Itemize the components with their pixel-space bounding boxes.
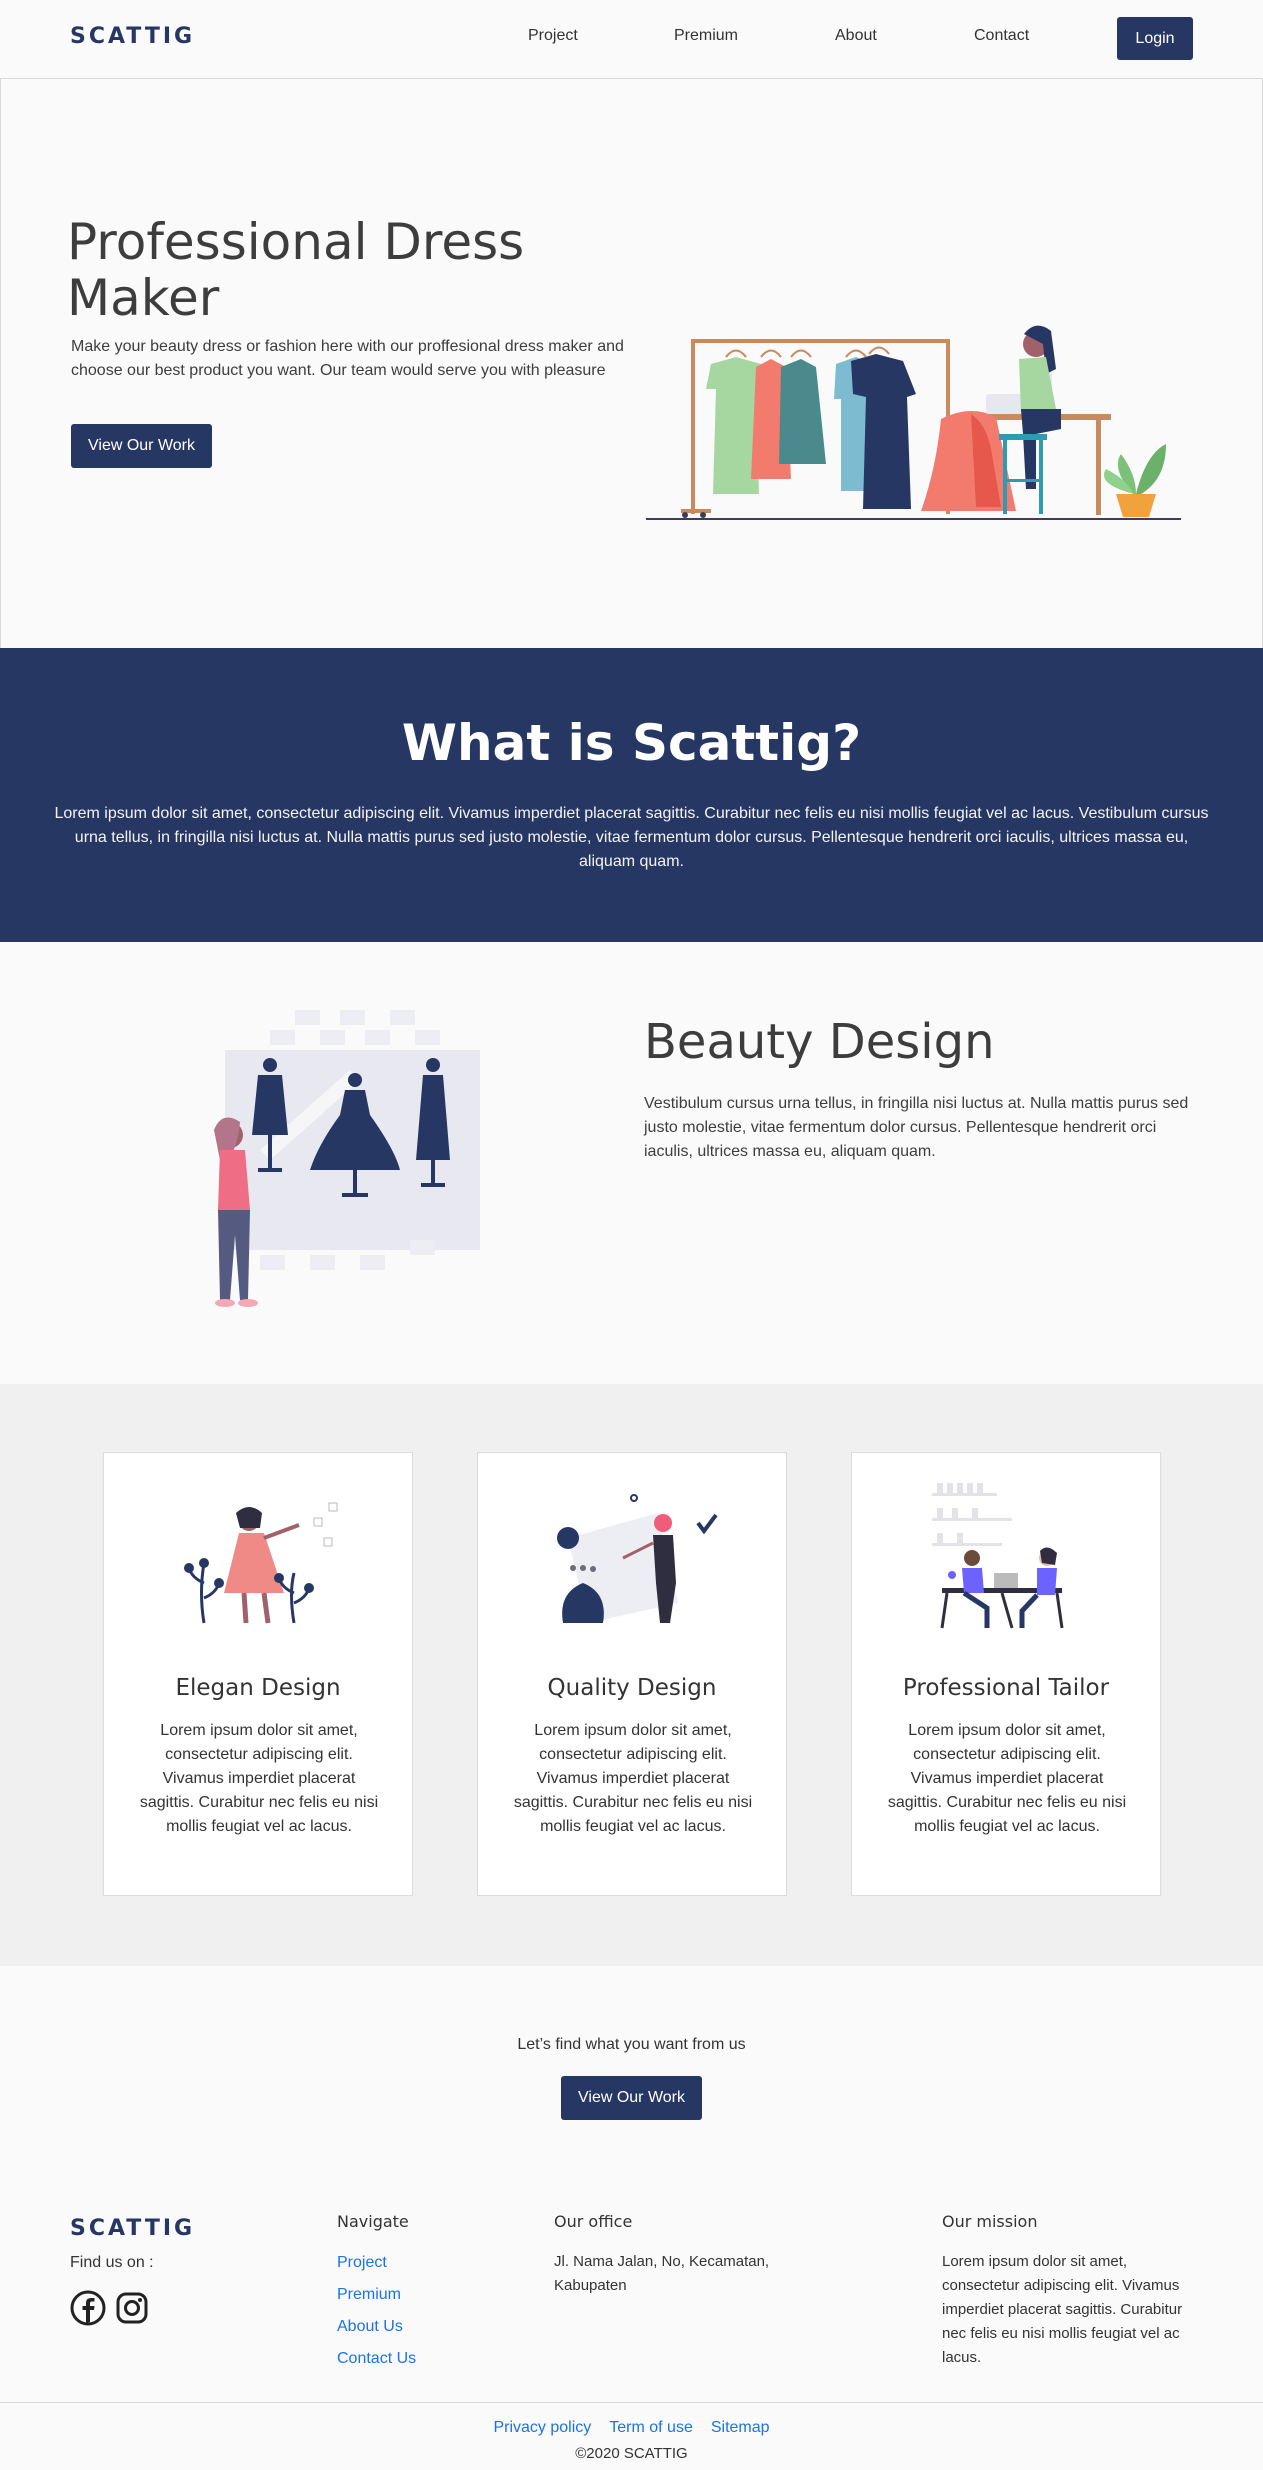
login-button[interactable]: Login [1117, 17, 1193, 60]
hero-description: Make your beauty dress or fashion here w… [71, 338, 624, 379]
what-is-section: What is Scattig? Lorem ipsum dolor sit a… [0, 648, 1263, 942]
what-is-title: What is Scattig? [401, 714, 862, 772]
facebook-icon[interactable] [70, 2290, 106, 2326]
tailor-team-illustration [932, 1483, 1064, 1629]
footer-link-about-us[interactable]: About Us [337, 2318, 403, 2336]
beauty-design-title: Beauty Design [644, 1014, 995, 1070]
mannequin-showroom-illustration [214, 1010, 480, 1307]
term-of-use-link[interactable]: Term of use [609, 2419, 693, 2437]
top-navbar: SCATTIG Project Premium About Contact Lo… [0, 0, 1263, 78]
tailor-sewing-illustration [646, 325, 1181, 520]
nav-link-about[interactable]: About [835, 27, 877, 45]
feature-title: Elegan Design [175, 1675, 341, 1701]
view-our-work-button[interactable]: View Our Work [71, 424, 212, 468]
feature-text: Lorem ipsum dolor sit amet, consectetur … [139, 1722, 379, 1835]
mission-text: Lorem ipsum dolor sit amet, consectetur … [942, 2253, 1183, 2366]
feature-card-tailor: Professional Tailor Lorem ipsum dolor si… [851, 1452, 1161, 1896]
feature-text: Lorem ipsum dolor sit amet, consectetur … [887, 1722, 1127, 1835]
feature-title: Professional Tailor [902, 1675, 1110, 1701]
mission-heading: Our mission [942, 2212, 1038, 2231]
sitemap-link[interactable]: Sitemap [711, 2419, 770, 2437]
feature-title: Quality Design [547, 1675, 717, 1701]
designer-woman-illustration [557, 1494, 718, 1623]
navigate-heading: Navigate [337, 2212, 409, 2231]
footer-link-contact-us[interactable]: Contact Us [337, 2350, 416, 2368]
privacy-policy-link[interactable]: Privacy policy [493, 2419, 591, 2437]
feature-text: Lorem ipsum dolor sit amet, consectetur … [513, 1722, 753, 1835]
find-us-label: Find us on : [70, 2254, 154, 2271]
bottom-bar: Privacy policy Term of use Sitemap ©2020… [0, 2402, 1263, 2470]
cta-text: Let’s find what you want from us [517, 2036, 746, 2053]
office-heading: Our office [554, 2212, 633, 2231]
footer-logo[interactable]: SCATTIG [70, 2216, 195, 2241]
cta-view-our-work-button[interactable]: View Our Work [561, 2076, 702, 2120]
beauty-design-section: Beauty Design Vestibulum cursus urna tel… [0, 942, 1263, 1384]
brand-logo[interactable]: SCATTIG [70, 24, 195, 49]
hero-section: Professional Dress Maker Make your beaut… [0, 78, 1263, 697]
office-address: Jl. Nama Jalan, No, Kecamatan, Kabupaten [554, 2253, 770, 2294]
footer-link-project[interactable]: Project [337, 2254, 387, 2272]
beauty-design-text: Vestibulum cursus urna tellus, in fringi… [644, 1095, 1189, 1160]
footer-link-premium[interactable]: Premium [337, 2286, 401, 2304]
feature-card-elegan: Elegan Design Lorem ipsum dolor sit amet… [103, 1452, 413, 1896]
features-section: Elegan Design Lorem ipsum dolor sit amet… [0, 1384, 1263, 1966]
copyright: ©2020 SCATTIG [575, 2445, 688, 2462]
dancing-woman-illustration [184, 1502, 338, 1624]
cta-section: Let’s find what you want from us View Ou… [0, 1966, 1263, 2156]
nav-link-contact[interactable]: Contact [974, 27, 1029, 45]
hero-title: Professional Dress Maker [67, 213, 525, 327]
legal-links: Privacy policy Term of use Sitemap [0, 2419, 1263, 2437]
what-is-text: Lorem ipsum dolor sit amet, consectetur … [54, 805, 1209, 870]
nav-link-premium[interactable]: Premium [674, 27, 738, 45]
footer: SCATTIG Find us on : Navigate Project Pr… [0, 2156, 1263, 2402]
nav-link-project[interactable]: Project [528, 27, 578, 45]
instagram-icon[interactable] [114, 2290, 150, 2326]
feature-card-quality: Quality Design Lorem ipsum dolor sit ame… [477, 1452, 787, 1896]
